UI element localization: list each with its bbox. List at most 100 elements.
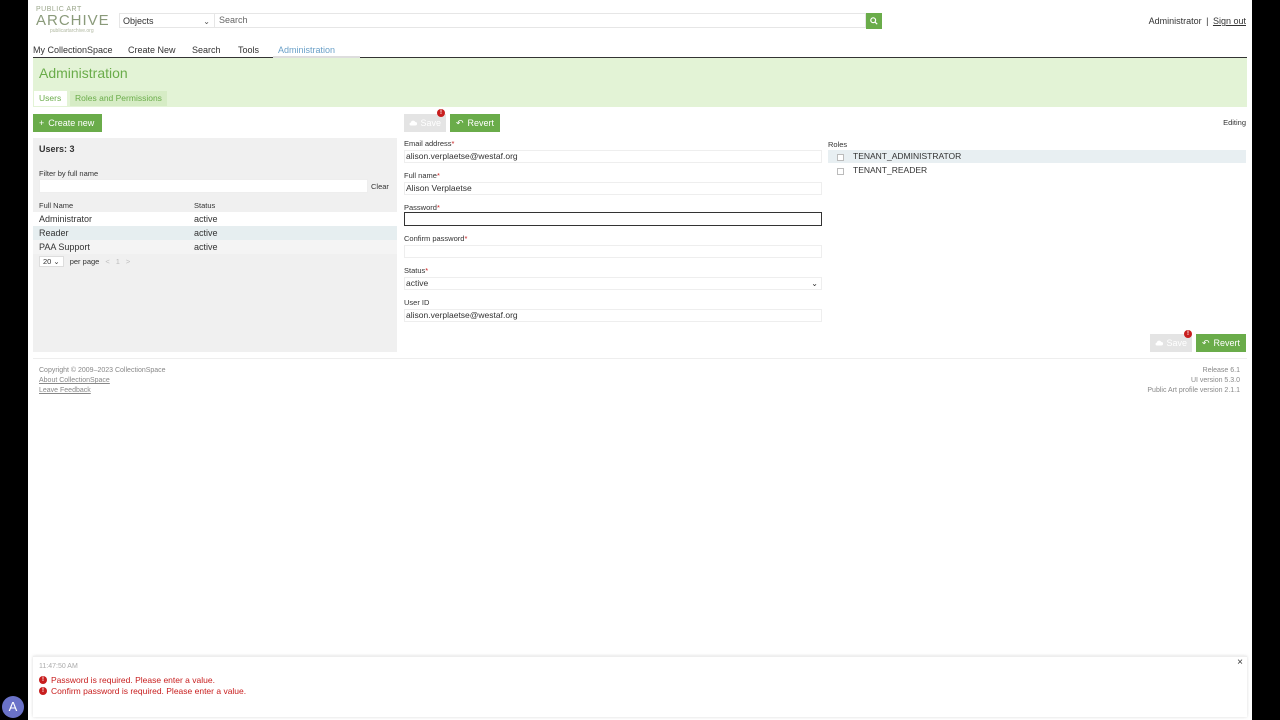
role-item[interactable]: TENANT_READER [828,164,1246,177]
create-new-button[interactable]: + Create new [33,114,102,132]
password-label: Password* [404,203,440,212]
clear-filter-button[interactable]: Clear [371,182,389,191]
avatar[interactable]: A [2,696,24,718]
nav-administration[interactable]: Administration [278,45,335,55]
error-notification: 11:47:50 AM ! Password is required. Plea… [33,656,1247,717]
revert-label: Revert [1213,338,1241,348]
search-button[interactable] [866,13,882,29]
confirm-password-label: Confirm password* [404,234,468,243]
tab-roles-and-permissions[interactable]: Roles and Permissions [70,91,167,106]
prev-page-button[interactable]: < [105,257,109,266]
record-type-value: Objects [123,16,154,26]
email-field[interactable]: alison.verplaetse@westaf.org [404,150,822,163]
user-area: Administrator | Sign out [1149,16,1246,26]
nav-tools[interactable]: Tools [238,45,259,55]
feedback-link[interactable]: Leave Feedback [39,386,166,396]
filter-by-full-name-input[interactable] [39,179,368,193]
tab-users[interactable]: Users [34,91,67,106]
chevron-down-icon: ⌄ [811,279,818,288]
column-header-full-name[interactable]: Full Name [39,201,73,210]
footer-divider [33,358,1247,359]
status-value: active [406,278,429,288]
role-label: TENANT_READER [853,165,928,175]
footer-links: Copyright © 2009–2023 CollectionSpace Ab… [39,366,166,396]
save-label: Save [420,118,441,128]
profile-version-text: Public Art profile version 2.1.1 [1147,387,1240,394]
per-page-label: per page [69,257,100,266]
users-table: Administrator active Reader active PAA S… [33,212,397,254]
ui-version-text: UI version 5.3.0 [1190,377,1240,384]
page-number[interactable]: 1 [116,257,120,266]
chevron-down-icon: ⌄ [203,17,210,26]
notification-time: 11:47:50 AM [39,663,78,670]
roles-label: Roles [828,140,848,149]
search-input[interactable]: Search [215,13,866,28]
user-id-label: User ID [404,298,430,307]
role-checkbox[interactable] [837,154,844,161]
full-name-field[interactable]: Alison Verplaetse [404,182,822,195]
plus-icon: + [39,118,45,128]
role-label: TENANT_ADMINISTRATOR [853,151,962,161]
app-page: PUBLIC ART ARCHIVE publicartarchive.org … [28,0,1252,720]
search-placeholder: Search [219,15,248,25]
password-field[interactable] [404,212,822,226]
table-row[interactable]: Reader active [33,226,397,240]
user-name: Administrator [1148,16,1202,26]
public-art-archive-logo[interactable]: PUBLIC ART ARCHIVE publicartarchive.org [36,6,116,34]
column-header-status[interactable]: Status [194,201,215,210]
users-count: Users: 3 [39,144,75,154]
save-label: Save [1166,338,1187,348]
message-text: Confirm password is required. Please ent… [51,686,247,696]
message-text: Password is required. Please enter a val… [51,675,215,685]
next-page-button[interactable]: > [126,257,130,266]
row-status: active [194,242,218,252]
confirm-password-field[interactable] [404,245,822,258]
close-icon[interactable]: × [1237,657,1243,668]
cloud-upload-icon [1155,340,1164,346]
role-checkbox[interactable] [837,168,844,175]
search-icon [870,17,878,25]
page-title: Administration [39,65,128,81]
editing-status: Editing [1223,118,1246,127]
about-link[interactable]: About CollectionSpace [39,376,166,386]
notification-message: ! Confirm password is required. Please e… [39,686,246,696]
full-name-label: Full name* [404,171,440,180]
row-full-name: Administrator [39,214,93,224]
row-full-name: PAA Support [39,242,90,252]
undo-icon: ↶ [456,118,464,128]
nav-my-collectionspace[interactable]: My CollectionSpace [33,45,113,55]
table-row[interactable]: PAA Support active [33,240,397,254]
undo-icon: ↶ [1202,338,1210,348]
row-status: active [194,214,218,224]
release-text: Release 6.1 [1202,367,1240,374]
save-error-badge: ! [437,109,445,117]
copyright-text: Copyright © 2009–2023 CollectionSpace [39,367,166,374]
error-icon: ! [39,687,47,695]
filter-label: Filter by full name [39,169,99,178]
error-icon: ! [39,676,47,684]
revert-button[interactable]: ↶ Revert [450,114,500,132]
main-nav: My CollectionSpace Create New Search Too… [33,44,1247,58]
cloud-upload-icon [409,120,418,126]
logo-line2: ARCHIVE [36,12,110,29]
row-status: active [194,228,218,238]
role-item[interactable]: TENANT_ADMINISTRATOR [828,150,1246,163]
status-select[interactable]: active ⌄ [404,277,822,290]
nav-search[interactable]: Search [192,45,221,55]
page-size-value: 20 [43,257,52,266]
email-label: Email address* [404,139,455,148]
user-id-field[interactable]: alison.verplaetse@westaf.org [404,309,822,322]
pagination: 20 ⌄ per page < 1 > [39,256,130,267]
record-type-select[interactable]: Objects ⌄ [119,13,215,28]
save-error-badge: ! [1184,330,1192,338]
sign-out-link[interactable]: Sign out [1213,16,1246,26]
table-row[interactable]: Administrator active [33,212,397,226]
revert-button-bottom[interactable]: ↶ Revert [1196,334,1246,352]
nav-create-new[interactable]: Create New [128,45,176,55]
users-list-panel: Users: 3 Filter by full name Clear Full … [33,138,397,352]
create-new-label: Create new [48,118,95,128]
page-size-select[interactable]: 20 ⌄ [39,256,64,267]
notification-message: ! Password is required. Please enter a v… [39,675,215,685]
status-label: Status* [404,266,429,275]
admin-header: Administration Users Roles and Permissio… [33,58,1247,107]
